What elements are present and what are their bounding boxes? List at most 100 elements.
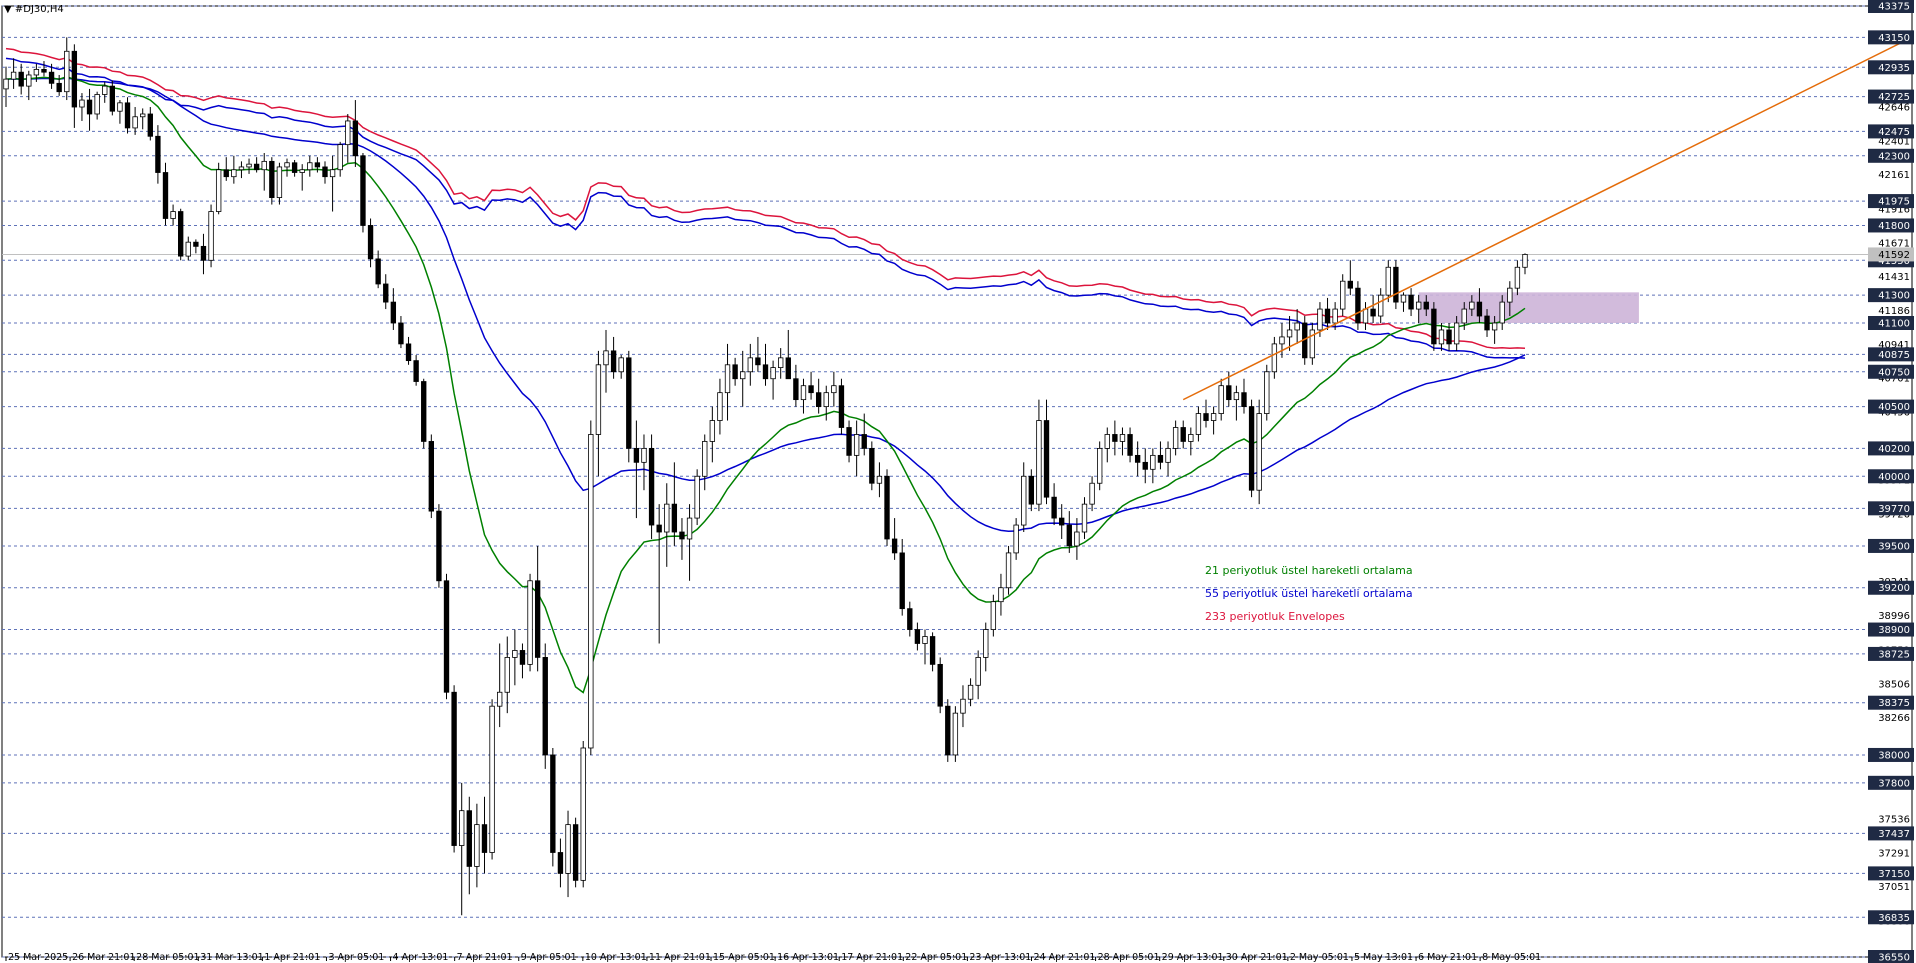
- candle-body: [595, 364, 602, 435]
- candle-body: [899, 552, 905, 610]
- candle-body: [610, 350, 617, 373]
- candle: [527, 573, 533, 672]
- price-level-tag: 37437: [1868, 826, 1914, 841]
- price-tag-label: 36835: [1878, 913, 1910, 924]
- time-tick-label: 6 May 21:01: [1418, 952, 1477, 963]
- candle: [1431, 302, 1437, 351]
- candle-body: [717, 392, 723, 421]
- candle: [1256, 399, 1262, 505]
- price-level-tag: 38725: [1868, 646, 1914, 661]
- chart-window[interactable]: 4293142646424014216141916416714143141186…: [0, 0, 1916, 963]
- price-tag-label: 40875: [1878, 350, 1910, 361]
- candle-body: [367, 225, 374, 260]
- time-tick-label: 26 Mar 21:01: [72, 952, 135, 963]
- candle-body: [489, 705, 495, 853]
- candle-body: [140, 113, 146, 118]
- time-tick-label: 5 May 13:01: [1354, 952, 1413, 963]
- candle-body: [64, 50, 70, 93]
- legend-ema55: 55 periyotluk üstel hareketli ortalama: [1205, 587, 1413, 600]
- price-tag-label: 40750: [1878, 367, 1910, 378]
- chart-canvas[interactable]: 4293142646424014216141916416714143141186…: [0, 0, 1916, 963]
- price-level-tag: 42300: [1868, 148, 1914, 163]
- price-tag-label: 40500: [1878, 402, 1910, 413]
- price-tick-label: 37536: [1878, 815, 1910, 826]
- candle-body: [284, 162, 290, 168]
- candle-body: [891, 538, 898, 554]
- candle-body: [884, 475, 890, 540]
- candle: [360, 153, 366, 233]
- candle-body: [459, 810, 465, 846]
- candle-body: [1415, 301, 1422, 310]
- price-tag-label: 42300: [1878, 151, 1910, 162]
- price-tick-label: 42646: [1878, 103, 1910, 114]
- candle-body: [215, 169, 222, 212]
- candle-body: [1461, 308, 1467, 324]
- candle: [648, 434, 655, 539]
- support-zone-rect[interactable]: [1418, 292, 1639, 323]
- price-level-tag: 42725: [1868, 89, 1914, 104]
- candle-body: [3, 78, 9, 90]
- price-tag-label: 41800: [1878, 221, 1910, 232]
- candle-body: [1233, 392, 1240, 401]
- candle-body: [1264, 371, 1270, 414]
- price-level-tag: 38900: [1868, 622, 1914, 637]
- candle-body: [405, 343, 412, 362]
- symbol-dropdown-icon[interactable]: ▼: [4, 4, 12, 15]
- candle-body: [1218, 385, 1224, 414]
- price-level-tag: 38000: [1868, 747, 1914, 762]
- candle-body: [823, 392, 829, 408]
- price-tag-label: 38900: [1878, 625, 1910, 636]
- candle: [869, 441, 875, 491]
- time-tick-label: 30 Apr 21:01: [1226, 952, 1288, 963]
- candle-body: [534, 580, 541, 658]
- price-tag-label: 43150: [1878, 33, 1910, 44]
- price-level-tag: 38375: [1868, 695, 1914, 710]
- candle-body: [261, 160, 267, 171]
- candle-body: [1165, 448, 1171, 463]
- candle-body: [322, 166, 328, 178]
- candle-body: [626, 357, 632, 449]
- legend-envelopes: 233 periyotluk Envelopes: [1205, 610, 1345, 623]
- support-zone: [1418, 292, 1639, 323]
- candle: [572, 817, 579, 888]
- candle-body: [922, 636, 928, 644]
- candle-body: [170, 211, 176, 219]
- candle: [550, 747, 556, 867]
- candle-body: [1286, 329, 1293, 338]
- candle-body: [18, 71, 24, 87]
- price-tag-label: 42725: [1878, 92, 1910, 103]
- candle-body: [48, 71, 55, 84]
- price-tag-label: 36550: [1878, 953, 1910, 963]
- candle-body: [421, 381, 427, 442]
- candle-body: [1074, 531, 1080, 547]
- time-tick-label: 23 Apr 13:01: [969, 952, 1031, 963]
- candle-body: [276, 166, 283, 198]
- candle: [269, 157, 275, 205]
- time-tick-label: 22 Apr 05:01: [905, 952, 967, 963]
- candle-body: [329, 169, 336, 178]
- candle-body: [1104, 434, 1110, 449]
- time-tick-label: 25 Mar 2025: [8, 952, 68, 963]
- candle-body: [162, 172, 169, 219]
- price-level-tag: 40750: [1868, 364, 1914, 379]
- price-tag-label: 41100: [1878, 319, 1910, 330]
- candle-body: [398, 322, 404, 345]
- candle-body: [1127, 434, 1133, 456]
- candle-body: [1172, 427, 1179, 449]
- candle-body: [1066, 524, 1072, 547]
- price-tag-label: 39200: [1878, 583, 1910, 594]
- candle-body: [732, 364, 738, 380]
- candle-body: [383, 283, 389, 303]
- candle-body: [1317, 308, 1323, 331]
- candle: [451, 685, 457, 853]
- time-tick-label: 29 Apr 13:01: [1162, 952, 1224, 963]
- price-tick-label: 38996: [1878, 611, 1910, 622]
- candle-body: [1241, 392, 1247, 408]
- candle: [436, 504, 442, 588]
- candle-body: [56, 82, 62, 93]
- candle-body: [929, 636, 936, 665]
- price-tag-label: 42935: [1878, 63, 1910, 74]
- candle-body: [1043, 420, 1050, 498]
- candle-body: [200, 245, 207, 261]
- price-level-tag: 41100: [1868, 316, 1914, 330]
